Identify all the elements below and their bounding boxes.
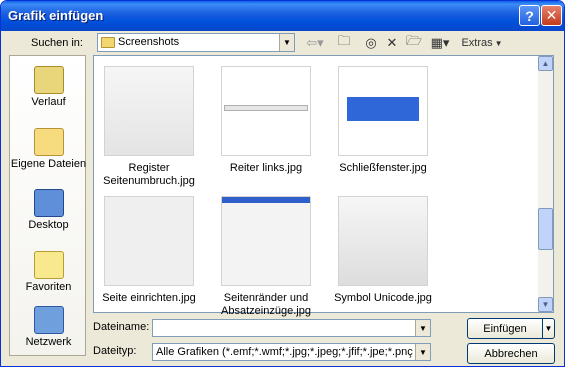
- file-name: Symbol Unicode.jpg: [334, 292, 432, 304]
- chevron-down-icon[interactable]: ▼: [415, 320, 430, 336]
- place-desktop[interactable]: Desktop: [10, 189, 87, 231]
- insert-picture-dialog: Grafik einfügen ? ✕ Suchen in: Screensho…: [0, 0, 565, 367]
- favorites-icon: [33, 251, 64, 279]
- network-icon: [33, 306, 64, 334]
- chevron-down-icon[interactable]: ▼: [279, 34, 294, 51]
- cancel-button[interactable]: Abbrechen: [467, 343, 555, 364]
- insert-options-dropdown[interactable]: ▼: [542, 318, 555, 339]
- places-bar: Verlauf Eigene Dateien Desktop Favoriten…: [9, 55, 86, 356]
- thumbnail-image: [338, 66, 428, 156]
- place-label: Netzwerk: [25, 336, 72, 348]
- filetype-select[interactable]: Alle Grafiken (*.emf;*.wmf;*.jpg;*.jpeg;…: [152, 343, 431, 361]
- place-my-documents[interactable]: Eigene Dateien: [10, 128, 87, 170]
- place-favorites[interactable]: Favoriten: [10, 251, 87, 293]
- file-name: Seite einrichten.jpg: [102, 292, 196, 304]
- place-label: Eigene Dateien: [10, 158, 87, 170]
- history-icon: [33, 66, 64, 94]
- thumbnail-image: [221, 196, 311, 286]
- folder-up-icon: 🗀: [337, 33, 351, 48]
- place-history[interactable]: Verlauf: [10, 66, 87, 108]
- search-icon: ◎: [365, 35, 377, 50]
- new-folder-button[interactable]: 🗁: [404, 33, 424, 52]
- cancel-button-label: Abbrechen: [484, 347, 538, 360]
- extras-menu-button[interactable]: Extras ▼: [456, 34, 508, 52]
- filename-input[interactable]: ▼: [152, 319, 431, 337]
- file-name: Reiter links.jpg: [229, 162, 303, 174]
- file-item[interactable]: Schließfenster.jpg: [328, 66, 438, 175]
- back-button[interactable]: ⇦▾: [301, 34, 329, 52]
- thumbnail-image: [338, 196, 428, 286]
- delete-icon: ✕: [386, 35, 398, 50]
- my-documents-icon: [33, 128, 64, 156]
- place-label: Verlauf: [31, 96, 66, 108]
- up-one-level-button[interactable]: 🗀: [334, 33, 354, 52]
- filetype-label: Dateityp:: [93, 345, 137, 357]
- desktop-icon: [33, 189, 64, 217]
- new-folder-icon: 🗁: [405, 33, 423, 48]
- vertical-scrollbar[interactable]: ▲ ▼: [538, 56, 553, 312]
- scroll-up-button[interactable]: ▲: [538, 56, 553, 71]
- place-label: Desktop: [28, 219, 69, 231]
- filetype-value: Alle Grafiken (*.emf;*.wmf;*.jpg;*.jpeg;…: [156, 346, 413, 358]
- place-network[interactable]: Netzwerk: [10, 306, 87, 348]
- look-in-label: Suchen in:: [31, 37, 83, 49]
- look-in-value: Screenshots: [118, 36, 180, 48]
- views-icon: ▦▾: [430, 35, 450, 50]
- file-item[interactable]: Symbol Unicode.jpg: [328, 196, 438, 305]
- look-in-combobox[interactable]: Screenshots ▼: [97, 33, 295, 52]
- file-item[interactable]: Seitenränder und Absatzeinzüge.jpg: [211, 196, 321, 318]
- insert-button[interactable]: Einfügen: [467, 318, 543, 339]
- title-bar[interactable]: Grafik einfügen ? ✕: [1, 1, 564, 31]
- scroll-thumb[interactable]: [538, 208, 553, 250]
- thumbnail-image: [104, 196, 194, 286]
- search-web-button[interactable]: ◎: [361, 34, 381, 52]
- delete-button[interactable]: ✕: [383, 34, 401, 52]
- file-name: Schließfenster.jpg: [339, 162, 427, 174]
- close-button[interactable]: ✕: [541, 5, 562, 26]
- file-item[interactable]: Seite einrichten.jpg: [94, 196, 204, 305]
- file-list-view[interactable]: Register Seitenumbruch.jpg Reiter links.…: [93, 55, 554, 317]
- scroll-down-button[interactable]: ▼: [538, 297, 553, 312]
- thumbnail-image: [104, 66, 194, 156]
- file-name: Register Seitenumbruch.jpg: [103, 162, 195, 187]
- chevron-down-icon: ▼: [494, 38, 503, 48]
- filename-label: Dateiname:: [93, 321, 150, 333]
- place-label: Favoriten: [25, 281, 72, 293]
- thumbnail-image: [221, 66, 311, 156]
- back-arrow-icon: ⇦▾: [306, 35, 324, 50]
- help-button[interactable]: ?: [519, 5, 540, 26]
- folder-icon: [101, 37, 115, 48]
- extras-label: Extras: [461, 37, 493, 49]
- insert-button-label: Einfügen: [483, 322, 527, 335]
- file-item[interactable]: Register Seitenumbruch.jpg: [94, 66, 204, 188]
- views-button[interactable]: ▦▾: [426, 34, 454, 52]
- file-item[interactable]: Reiter links.jpg: [211, 66, 321, 175]
- file-name: Seitenränder und Absatzeinzüge.jpg: [221, 292, 311, 317]
- window-title: Grafik einfügen: [8, 8, 104, 23]
- chevron-down-icon[interactable]: ▼: [415, 344, 430, 360]
